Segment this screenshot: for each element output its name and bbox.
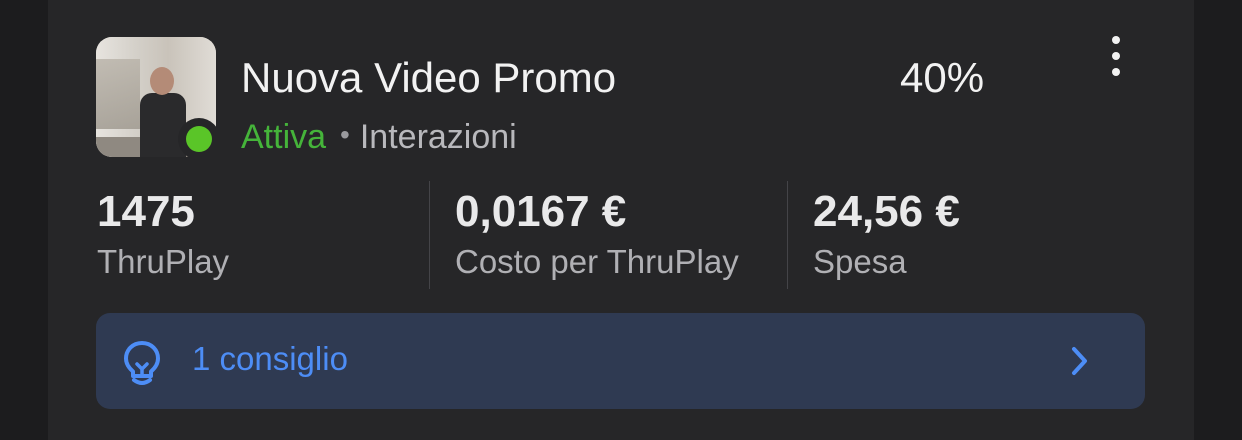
metric-label: Spesa xyxy=(813,243,907,280)
metric-spend: 24,56 € Spesa xyxy=(813,186,960,282)
ad-title[interactable]: Nuova Video Promo xyxy=(241,54,616,102)
more-options-button[interactable] xyxy=(1098,34,1134,78)
thumbnail-person-head xyxy=(150,67,174,95)
lightbulb-icon xyxy=(124,341,160,385)
ad-card[interactable]: Nuova Video Promo 40% Attiva • Interazioni… xyxy=(48,0,1194,440)
more-vertical-icon xyxy=(1112,36,1120,44)
metric-value: 0,0167 € xyxy=(455,187,627,236)
metric-thruplay: 1475 ThruPlay xyxy=(97,186,229,282)
thumbnail-shelf xyxy=(96,59,140,129)
tip-label: 1 consiglio xyxy=(192,340,348,377)
status-label: Attiva xyxy=(241,118,327,156)
metric-divider xyxy=(787,181,788,289)
metric-label: ThruPlay xyxy=(97,243,230,280)
separator-dot: • xyxy=(340,119,350,150)
metric-divider xyxy=(429,181,430,289)
chevron-right-icon xyxy=(1072,347,1087,375)
more-vertical-icon-dot xyxy=(1112,52,1120,60)
metric-value: 24,56 € xyxy=(813,187,960,236)
more-vertical-icon-dot xyxy=(1112,68,1120,76)
ad-subline: Attiva • Interazioni xyxy=(241,118,517,157)
status-dot-icon xyxy=(186,126,212,152)
objective-label: Interazioni xyxy=(359,118,517,156)
metric-cost-per-thruplay: 0,0167 € Costo per ThruPlay xyxy=(455,186,739,282)
metric-label: Costo per ThruPlay xyxy=(455,243,739,280)
ad-percent: 40% xyxy=(900,54,985,101)
tip-button[interactable]: 1 consiglio xyxy=(96,313,1145,409)
metric-value: 1475 xyxy=(97,187,195,236)
